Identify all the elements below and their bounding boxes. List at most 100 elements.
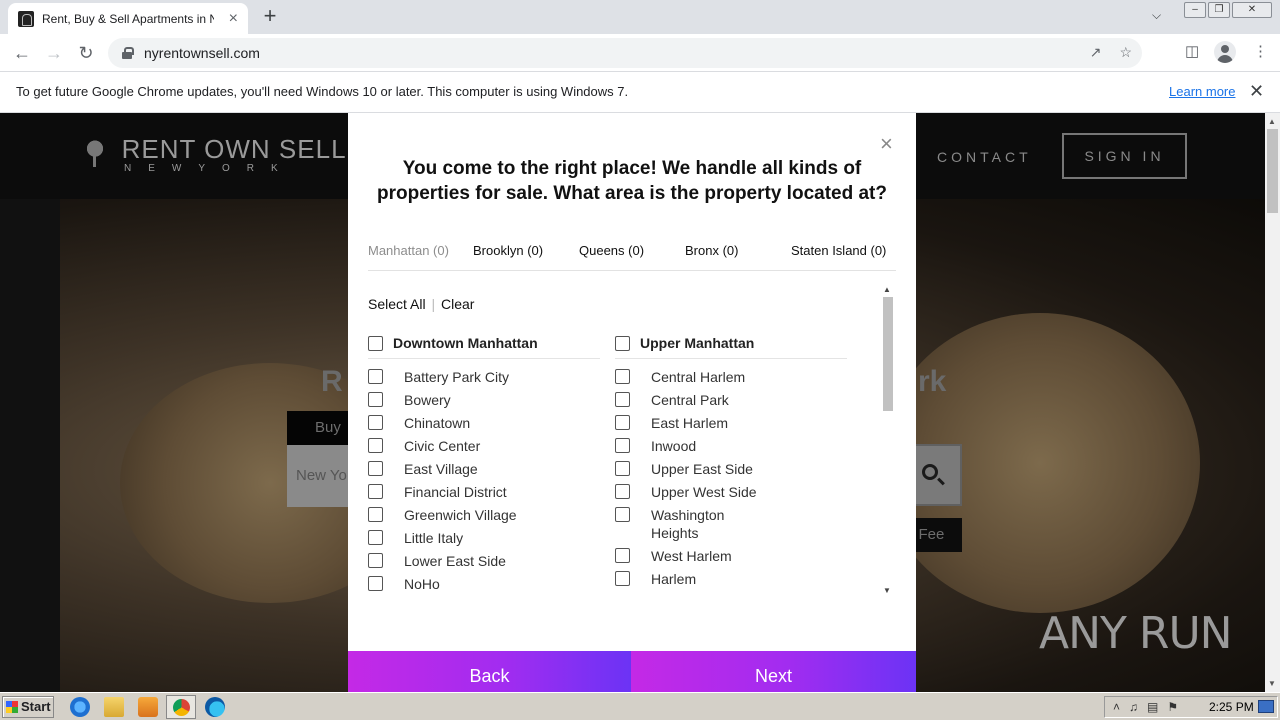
checkbox[interactable]: [368, 438, 383, 453]
checkbox[interactable]: [368, 530, 383, 545]
area-checkbox-item[interactable]: Central Harlem: [615, 368, 847, 391]
checkbox[interactable]: [368, 369, 383, 384]
clock[interactable]: 2:25 PM: [1209, 700, 1254, 714]
area-list-scrollbar[interactable]: ▲ ▼: [880, 283, 895, 599]
chrome-menu-icon[interactable]: ⋮: [1253, 42, 1268, 60]
area-checkbox-item[interactable]: Financial District: [368, 483, 600, 506]
area-checkbox-item[interactable]: West Harlem: [615, 547, 847, 570]
area-checkbox-item[interactable]: Little Italy: [368, 529, 600, 552]
checkbox[interactable]: [615, 336, 630, 351]
back-arrow-icon[interactable]: ←: [11, 42, 33, 64]
checkbox[interactable]: [368, 507, 383, 522]
checkbox[interactable]: [368, 392, 383, 407]
area-checkbox-item[interactable]: Upper West Side: [615, 483, 847, 506]
checkbox[interactable]: [368, 336, 383, 351]
sign-in-button[interactable]: SIGN IN: [1062, 133, 1187, 179]
checkbox[interactable]: [615, 438, 630, 453]
modal-close-icon[interactable]: ×: [880, 133, 893, 155]
area-checkbox-item[interactable]: Inwood: [615, 437, 847, 460]
checkbox[interactable]: [368, 553, 383, 568]
area-list-scroll-thumb[interactable]: [883, 297, 893, 411]
address-bar[interactable]: nyrentownsell.com ↗ ☆: [108, 38, 1142, 68]
tab-search-chevron-icon[interactable]: ⌵: [1152, 8, 1161, 23]
start-button[interactable]: Start: [2, 696, 54, 718]
checkbox[interactable]: [368, 576, 383, 591]
group-checkbox-upper[interactable]: Upper Manhattan: [615, 335, 847, 359]
back-button[interactable]: Back: [348, 651, 631, 692]
restore-window-button[interactable]: ❐: [1208, 2, 1230, 18]
next-button[interactable]: Next: [631, 651, 916, 692]
area-checkbox-item[interactable]: Bowery: [368, 391, 600, 414]
separator: |: [427, 296, 440, 312]
edge-icon[interactable]: [205, 697, 225, 717]
area-checkbox-item[interactable]: East Harlem: [615, 414, 847, 437]
area-checkbox-item[interactable]: East Village: [368, 460, 600, 483]
checkbox[interactable]: [368, 484, 383, 499]
lock-icon[interactable]: [122, 47, 134, 59]
area-checkbox-item[interactable]: NoHo: [368, 575, 600, 598]
area-checkbox-item[interactable]: Chinatown: [368, 414, 600, 437]
area-checkbox-item[interactable]: Upper East Side: [615, 460, 847, 483]
page-scrollbar[interactable]: ▲ ▼: [1265, 113, 1280, 692]
page-scroll-thumb[interactable]: [1267, 129, 1278, 213]
share-icon[interactable]: ↗: [1090, 44, 1102, 61]
checkbox[interactable]: [615, 392, 630, 407]
checkbox[interactable]: [615, 415, 630, 430]
site-favicon-icon: [18, 10, 34, 27]
area-checkbox-item[interactable]: Central Park: [615, 391, 847, 414]
side-panel-icon[interactable]: ◫: [1185, 42, 1199, 60]
scroll-up-arrow-icon[interactable]: ▲: [883, 285, 891, 294]
learn-more-link[interactable]: Learn more: [1169, 84, 1235, 99]
scroll-up-arrow-icon[interactable]: ▲: [1268, 117, 1276, 126]
checkbox[interactable]: [615, 369, 630, 384]
close-window-button[interactable]: ✕: [1232, 2, 1272, 18]
reload-icon[interactable]: ↻: [75, 42, 97, 64]
group-checkbox-downtown[interactable]: Downtown Manhattan: [368, 335, 600, 359]
scroll-down-arrow-icon[interactable]: ▼: [883, 586, 891, 595]
hero-search-input[interactable]: New Yo: [287, 445, 349, 507]
forward-arrow-icon[interactable]: →: [43, 42, 65, 64]
checkbox[interactable]: [368, 415, 383, 430]
bookmark-star-icon[interactable]: ☆: [1119, 44, 1132, 61]
logo-main-text: RENT OWN SELL: [121, 134, 347, 164]
checkbox[interactable]: [615, 548, 630, 563]
checkbox[interactable]: [615, 571, 630, 586]
tray-icons[interactable]: ˄♫▤⚑: [1113, 700, 1187, 714]
site-logo[interactable]: RENT OWN SELL NEWYORK: [78, 134, 347, 174]
clear-link[interactable]: Clear: [441, 296, 474, 312]
infobar-close-icon[interactable]: ✕: [1249, 81, 1264, 102]
tab-bronx[interactable]: Bronx (0): [685, 243, 738, 258]
nav-contact-link[interactable]: CONTACT: [937, 149, 1032, 165]
select-all-link[interactable]: Select All: [368, 296, 426, 312]
profile-avatar-icon[interactable]: [1214, 41, 1236, 63]
checkbox[interactable]: [368, 461, 383, 476]
hero-buy-tab[interactable]: Buy: [287, 411, 349, 445]
tab-brooklyn[interactable]: Brooklyn (0): [473, 243, 543, 258]
tab-manhattan[interactable]: Manhattan (0): [368, 243, 449, 258]
checkbox[interactable]: [615, 461, 630, 476]
area-checkbox-item[interactable]: Washington Heights: [615, 506, 847, 547]
checkbox[interactable]: [615, 507, 630, 522]
area-label: East Harlem: [651, 415, 729, 431]
area-checkbox-item[interactable]: Civic Center: [368, 437, 600, 460]
show-desktop-icon[interactable]: [1258, 700, 1274, 713]
tab-staten-island[interactable]: Staten Island (0): [791, 243, 886, 258]
area-label: Inwood: [651, 438, 697, 454]
tab-close-icon[interactable]: ×: [229, 10, 238, 27]
url-text[interactable]: nyrentownsell.com: [144, 45, 260, 61]
area-checkbox-item[interactable]: Greenwich Village: [368, 506, 600, 529]
area-checkbox-item[interactable]: Lower East Side: [368, 552, 600, 575]
media-player-icon[interactable]: [138, 697, 158, 717]
checkbox[interactable]: [615, 484, 630, 499]
browser-tab[interactable]: Rent, Buy & Sell Apartments in New ×: [8, 3, 248, 34]
scroll-down-arrow-icon[interactable]: ▼: [1268, 679, 1276, 688]
internet-explorer-icon[interactable]: [70, 697, 90, 717]
minimize-window-button[interactable]: –: [1184, 2, 1206, 18]
windows-taskbar: Start ˄♫▤⚑ 2:25 PM: [0, 692, 1280, 720]
file-explorer-icon[interactable]: [104, 697, 124, 717]
area-checkbox-item[interactable]: Battery Park City: [368, 368, 600, 391]
chrome-taskbar-button[interactable]: [166, 695, 196, 719]
tab-queens[interactable]: Queens (0): [579, 243, 644, 258]
area-checkbox-item[interactable]: Harlem: [615, 570, 847, 593]
new-tab-plus-icon[interactable]: +: [258, 4, 282, 28]
